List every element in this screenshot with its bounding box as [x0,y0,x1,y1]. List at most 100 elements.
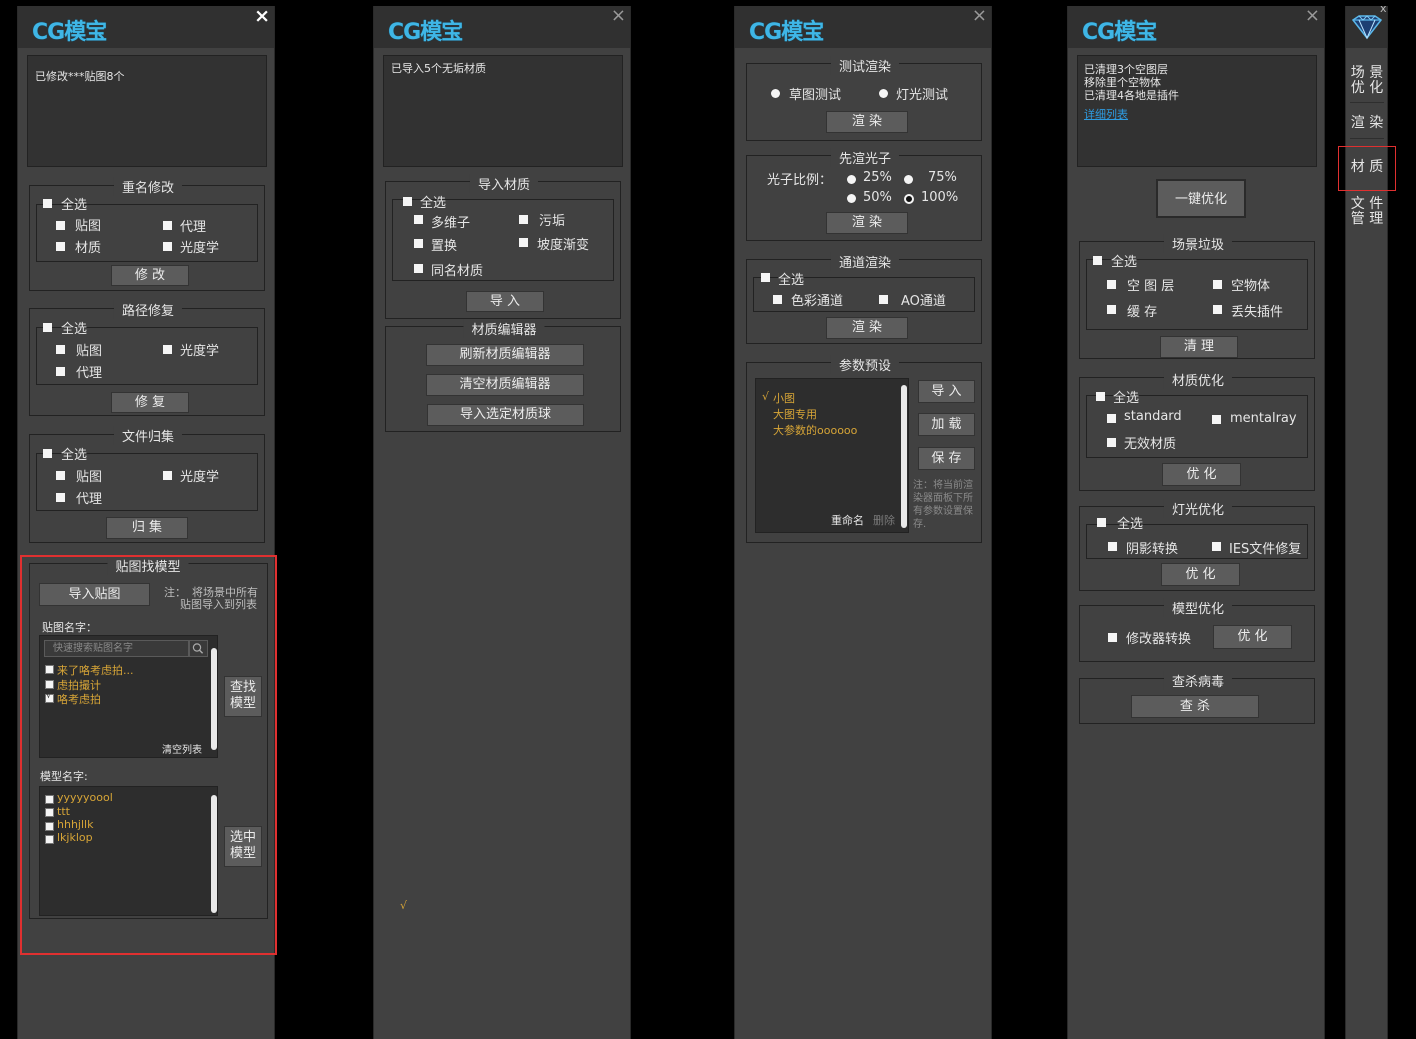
label-photometric: 光度学 [180,470,220,485]
checkbox-select-all[interactable] [43,323,52,332]
clean-button[interactable]: 清 理 [1160,336,1238,358]
checkbox-photometric[interactable] [163,345,172,354]
checkbox-select-all[interactable] [403,197,412,206]
preset-item[interactable]: 大图专用 [773,406,817,422]
radio-draft-test[interactable] [771,89,780,98]
checkbox-displace[interactable] [414,239,423,248]
group-light-optimize: 灯光优化 全选 阴影转换 IES文件修复 优 化 [1079,499,1315,591]
photon-render-button[interactable]: 渲 染 [826,212,908,234]
checkbox-same-name[interactable] [414,264,423,273]
checkbox-select-all[interactable] [1093,256,1102,265]
refresh-material-editor-button[interactable]: 刷新材质编辑器 [426,344,584,366]
status-log: 已导入5个无垢材质 [383,55,623,167]
radio-75[interactable] [904,175,913,184]
label-100: 100% [921,190,959,205]
label-modifier-convert: 修改器转换 [1126,632,1192,647]
label-select-all: 全选 [1117,517,1144,532]
label-25: 25% [863,170,892,185]
preset-save-button[interactable]: 保 存 [918,447,975,470]
virus-scan-button[interactable]: 查 杀 [1131,695,1259,718]
status-text: 已修改***贴图8个 [35,70,125,83]
group-virus-scan: 查杀病毒 查 杀 [1079,671,1315,724]
model-optimize-button[interactable]: 优 化 [1213,625,1292,649]
checkbox-select-all[interactable] [43,199,52,208]
checkbox-map[interactable] [56,221,65,230]
label-draft-test: 草图测试 [789,88,842,103]
one-click-optimize-button[interactable]: 一键优化 [1156,179,1246,218]
checkbox-select-all[interactable] [1096,392,1105,401]
checkbox-dirt[interactable] [519,215,528,224]
checkbox-standard[interactable] [1107,414,1116,423]
checkbox-lost-plugin[interactable] [1213,305,1222,314]
checkbox-invalid-material[interactable] [1107,438,1116,447]
checkbox-photometric[interactable] [163,242,172,251]
checkbox-ao-channel[interactable] [879,295,888,304]
preset-item[interactable]: 小图 [773,390,795,406]
path-repair-button[interactable]: 修 复 [111,392,189,413]
checkbox-color-channel[interactable] [773,295,782,304]
label-select-all: 全选 [61,322,88,337]
side-item-render[interactable]: 渲 染 [1346,116,1388,131]
checkbox-photometric[interactable] [163,471,172,480]
checkbox-mentalray[interactable] [1212,415,1221,424]
radio-100[interactable] [904,194,914,204]
checkbox-proxy[interactable] [56,493,65,502]
label-material: 材质 [75,241,102,256]
preset-item[interactable]: 大参数的oooooo [773,422,857,438]
import-material-button[interactable]: 导 入 [466,291,544,312]
checkbox-shadow-convert[interactable] [1108,542,1117,551]
checkbox-empty-object[interactable] [1213,280,1222,289]
preset-check-mark: √ [762,390,770,403]
label-photometric: 光度学 [180,241,220,256]
side-item-scene-optimize[interactable]: 场 景 优 化 [1346,66,1388,96]
radio-25[interactable] [847,175,856,184]
preset-list-scrollbar[interactable] [901,385,907,528]
preset-import-button[interactable]: 导 入 [918,380,975,403]
radio-50[interactable] [847,194,856,203]
cg-mobao-logo: CG模宝 [1082,20,1157,45]
checkbox-empty-layer[interactable] [1107,280,1116,289]
close-icon[interactable]: × [972,5,987,26]
checkbox-modifier-convert[interactable] [1108,633,1117,642]
checkbox-multi-sub[interactable] [414,215,423,224]
close-icon[interactable]: × [611,5,626,26]
checkbox-map[interactable] [56,345,65,354]
group-param-preset: 参数预设 √ 小图 大图专用 大参数的oooooo 重命名 删除 导 入 加 载… [746,355,982,543]
photon-ratio-label: 光子比例： [767,173,833,188]
checkbox-falloff[interactable] [519,238,528,247]
light-optimize-button[interactable]: 优 化 [1161,563,1240,586]
cg-mobao-logo: CG模宝 [32,20,107,45]
checkbox-cache[interactable] [1107,305,1116,314]
material-optimize-button[interactable]: 优 化 [1162,463,1241,486]
checkbox-material[interactable] [56,242,65,251]
import-selected-material-button[interactable]: 导入选定材质球 [427,404,584,426]
checkbox-select-all[interactable] [43,449,52,458]
side-item-file-management[interactable]: 文 件 管 理 [1346,197,1388,227]
preset-rename-button[interactable]: 重命名 [831,512,864,528]
label-multi-sub: 多维子 [431,216,471,231]
preset-load-button[interactable]: 加 载 [918,413,975,436]
close-icon[interactable]: × [254,5,270,27]
checkbox-select-all[interactable] [761,273,770,282]
panel-header: CG模宝 × [735,5,991,48]
check-mark: √ [400,899,408,912]
checkbox-map[interactable] [56,471,65,480]
checkbox-select-all[interactable] [1097,518,1106,527]
label-empty-layer: 空 图 层 [1127,279,1175,294]
preset-delete-button[interactable]: 删除 [873,512,895,528]
radio-light-test[interactable] [879,89,888,98]
checkbox-proxy[interactable] [163,221,172,230]
preset-list[interactable]: √ 小图 大图专用 大参数的oooooo 重命名 删除 [755,378,909,533]
detail-list-link[interactable]: 详细列表 [1084,106,1128,122]
clear-material-editor-button[interactable]: 清空材质编辑器 [426,374,584,396]
collect-button[interactable]: 归 集 [106,517,188,539]
checkbox-ies-repair[interactable] [1212,542,1221,551]
channel-render-button[interactable]: 渲 染 [826,317,908,339]
label-select-all: 全选 [61,448,88,463]
checkbox-proxy[interactable] [56,367,65,376]
test-render-button[interactable]: 渲 染 [826,111,908,133]
close-icon[interactable]: × [1305,5,1320,26]
group-title: 材质优化 [1163,370,1233,389]
panel-header: CG模宝 × [1068,5,1324,48]
rename-fix-button[interactable]: 修 改 [111,265,189,286]
